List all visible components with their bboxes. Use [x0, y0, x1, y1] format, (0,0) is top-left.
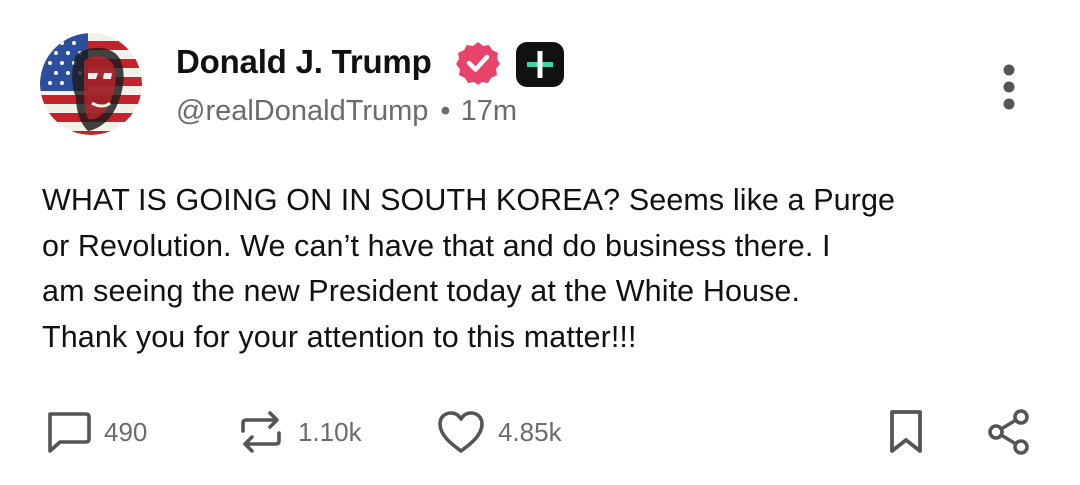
like-count: 4.85k: [498, 417, 562, 447]
display-name[interactable]: Donald J. Trump: [176, 42, 432, 82]
avatar[interactable]: [40, 33, 142, 135]
repost-count: 1.10k: [298, 417, 362, 447]
reply-icon: [48, 412, 91, 453]
bookmark-icon: [890, 410, 922, 453]
repost-button[interactable]: 1.10k: [236, 408, 362, 456]
reply-count: 490: [104, 417, 148, 447]
bookmark-button[interactable]: [886, 408, 926, 456]
post-text: WHAT IS GOING ON IN SOUTH KOREA? Seems l…: [42, 183, 896, 354]
handle[interactable]: @realDonaldTrump: [176, 95, 428, 127]
repost-icon: [241, 411, 281, 453]
separator-dot: •: [440, 95, 451, 127]
timestamp[interactable]: 17m: [461, 95, 517, 127]
reply-button[interactable]: 490: [44, 408, 147, 456]
verified-badge-icon: [455, 40, 501, 86]
share-icon: [988, 409, 1029, 455]
more-vertical-icon[interactable]: [996, 62, 1022, 112]
flag-portrait-avatar-icon: [40, 33, 142, 135]
plus-badge-icon: [515, 41, 565, 88]
heart-icon: [438, 411, 484, 453]
post-card: Donald J. Trump @realDonaldTrump • 17m WHA…: [0, 0, 1080, 485]
like-button[interactable]: 4.85k: [436, 408, 562, 456]
handle-line: @realDonaldTrump • 17m: [176, 93, 517, 129]
share-button[interactable]: [986, 408, 1032, 456]
